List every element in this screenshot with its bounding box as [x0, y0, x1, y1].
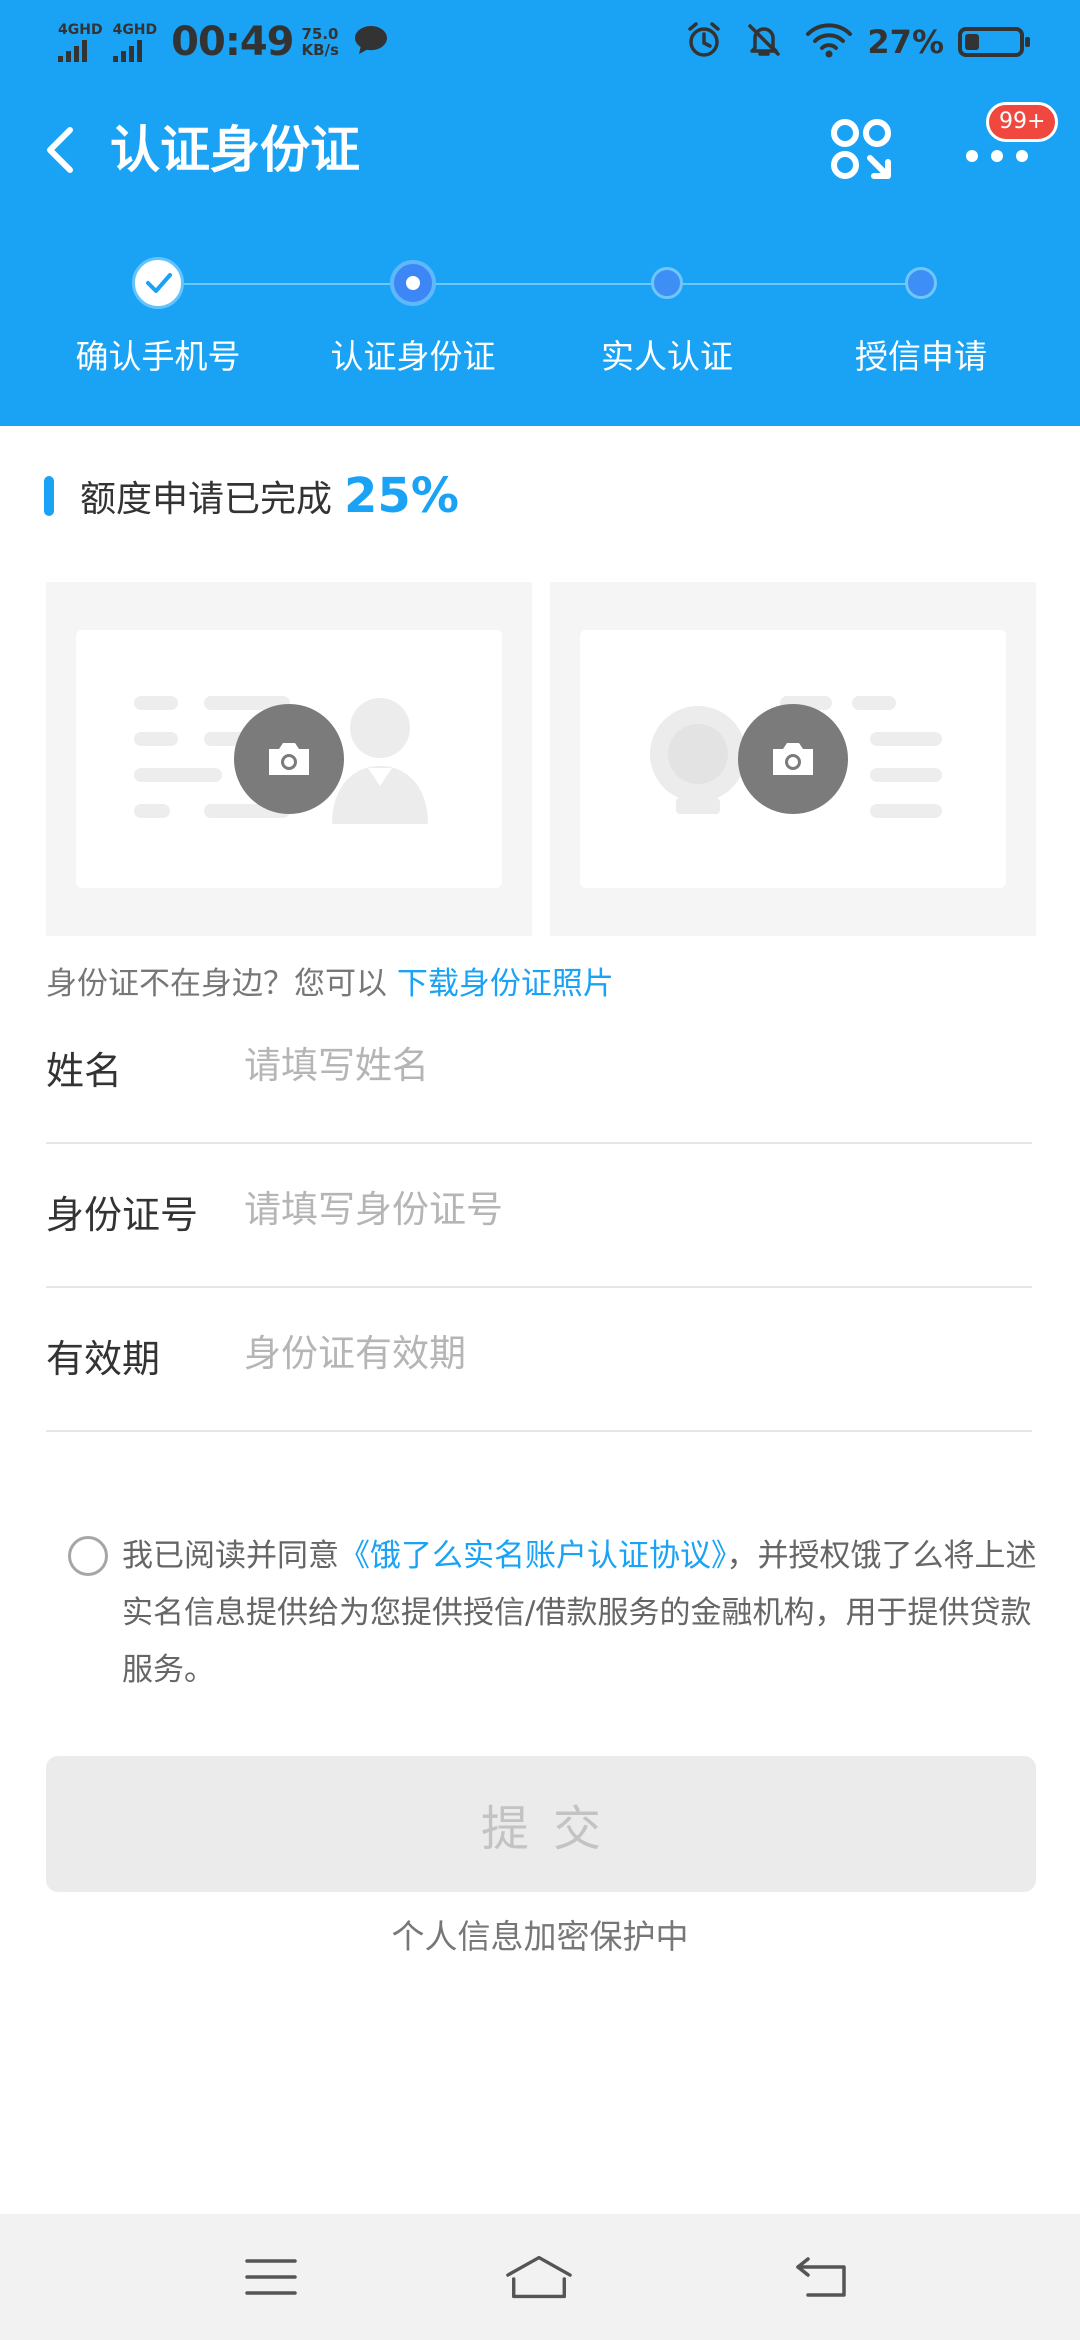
validity-input[interactable]: [244, 1318, 1004, 1388]
alarm-icon: [663, 21, 723, 63]
id-card-front-preview: [76, 630, 502, 888]
step-indicator: 确认手机号 认证身份证 实人认证 授信申请: [0, 250, 1080, 380]
id-card-back-preview: [580, 630, 1006, 888]
step-current-dot-icon: [390, 260, 436, 306]
id-card-back-upload[interactable]: [550, 582, 1036, 936]
signal-1-bars-icon: [58, 39, 90, 62]
back-icon: [47, 127, 73, 173]
home-icon: [506, 2255, 572, 2299]
battery-icon: [958, 27, 1030, 57]
status-bar-right: 27%: [663, 18, 1030, 66]
scan-icon: [831, 119, 891, 179]
id-number-row: 身份证号: [46, 1144, 1032, 1288]
message-icon: [353, 24, 389, 60]
id-number-input[interactable]: [244, 1174, 1004, 1244]
step-todo-dot-icon: [651, 267, 683, 299]
wifi-icon: [783, 21, 853, 63]
step-4-label: 授信申请: [855, 337, 987, 376]
progress-row: 额度申请已完成 25%: [44, 466, 459, 526]
name-input[interactable]: [244, 1030, 1004, 1100]
notification-badge: 99+: [986, 102, 1059, 142]
name-label: 姓名: [46, 1049, 123, 1093]
page-title: 认证身份证: [110, 121, 360, 179]
mute-bell-icon: [723, 21, 783, 63]
scan-button[interactable]: [830, 118, 896, 184]
step-3-label: 实人认证: [601, 337, 733, 376]
camera-icon: [234, 704, 344, 814]
step-2-label: 认证身份证: [330, 337, 496, 376]
battery-percent: 27%: [867, 23, 944, 61]
step-connector-line: [160, 283, 918, 285]
menu-icon: [245, 2259, 297, 2295]
back-button[interactable]: [40, 120, 80, 180]
agreement-text: 我已阅读并同意《饿了么实名账户认证协议》，并授权饿了么将上述实名信息提供给为您提…: [122, 1528, 1062, 1699]
name-row: 姓名: [46, 1000, 1032, 1144]
validity-row: 有效期: [46, 1288, 1032, 1432]
national-emblem-placeholder-icon: [650, 706, 746, 814]
net-speed-value: 75.0: [301, 25, 339, 43]
signal-1-label: 4GHD: [58, 21, 103, 38]
nav-home-button[interactable]: [504, 2244, 574, 2310]
download-id-photo-link[interactable]: 下载身份证照片: [397, 966, 614, 1002]
step-todo-dot-icon: [905, 267, 937, 299]
id-number-label: 身份证号: [46, 1193, 199, 1237]
battery-fill: [965, 34, 979, 50]
agreement-prefix: 我已阅读并同意: [122, 1538, 339, 1574]
agreement-checkbox[interactable]: [68, 1536, 108, 1576]
step-1-label: 确认手机号: [75, 337, 241, 376]
status-time: 00:49: [171, 19, 294, 65]
submit-button[interactable]: 提交: [46, 1756, 1036, 1892]
secure-note: 个人信息加密保护中: [391, 1917, 689, 1956]
agreement-link[interactable]: 《饿了么实名账户认证协议》: [339, 1538, 727, 1574]
return-icon: [796, 2257, 846, 2297]
camera-icon: [738, 704, 848, 814]
system-nav-bar: [0, 2214, 1080, 2340]
id-card-front-upload[interactable]: [46, 582, 532, 936]
title-bar: 认证身份证: [0, 100, 1080, 200]
status-bar: 4GHD 4GHD 00:49 75.0 KB/s 27%: [0, 0, 1080, 84]
net-speed: 75.0 KB/s: [301, 26, 338, 58]
header: 4GHD 4GHD 00:49 75.0 KB/s 27% 认证身份证 99+ …: [0, 0, 1080, 426]
progress-label: 额度申请已完成: [80, 479, 333, 520]
section-accent-bar: [44, 476, 54, 516]
validity-label: 有效期: [46, 1337, 161, 1381]
signal-2-bars-icon: [112, 39, 145, 62]
progress-value: 25%: [344, 468, 459, 524]
signal-2: 4GHD: [112, 21, 158, 62]
signal-1: 4GHD: [58, 23, 103, 62]
signal-2-label: 4GHD: [112, 21, 158, 38]
id-hint: 身份证不在身边？您可以 下载身份证照片: [46, 958, 614, 1003]
step-done-check-icon: [132, 257, 184, 309]
id-hint-text: 身份证不在身边？您可以: [46, 966, 387, 1002]
nav-menu-button[interactable]: [236, 2244, 306, 2310]
net-speed-unit: KB/s: [301, 41, 339, 59]
status-bar-left: 4GHD 4GHD 00:49 75.0 KB/s: [58, 18, 389, 66]
nav-back-button[interactable]: [788, 2244, 858, 2310]
